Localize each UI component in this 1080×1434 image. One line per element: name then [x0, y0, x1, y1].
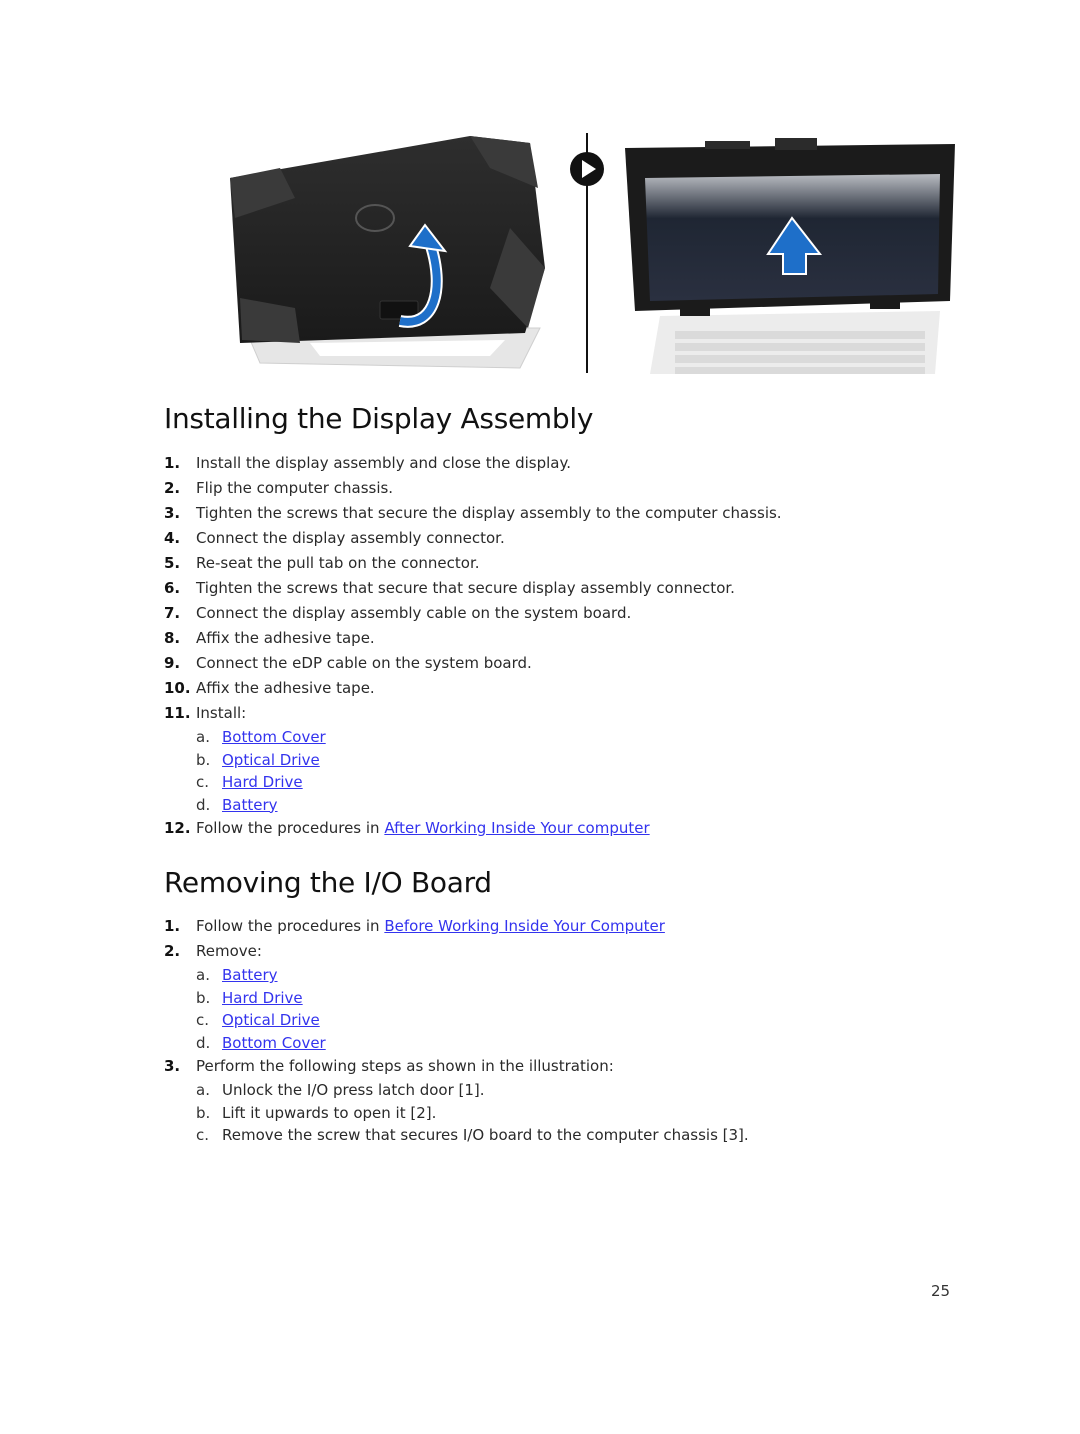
link-hard-drive[interactable]: Hard Drive: [222, 989, 303, 1007]
next-step-icon: [570, 152, 604, 186]
step-number: 3.: [164, 1057, 181, 1075]
link-after-working-inside-your-computer[interactable]: After Working Inside Your computer: [384, 819, 649, 837]
section-title-install: Installing the Display Assembly: [164, 402, 594, 435]
sub-item: d. Battery: [196, 794, 782, 817]
step-text: Perform the following steps as shown in …: [196, 1057, 614, 1075]
step-text: Connect the eDP cable on the system boar…: [196, 654, 532, 672]
open-laptop-image: [625, 138, 955, 374]
link-before-working-inside-your-computer[interactable]: Before Working Inside Your Computer: [384, 917, 665, 935]
step-text: Connect the display assembly cable on th…: [196, 604, 632, 622]
list-item: 9. Connect the eDP cable on the system bo…: [164, 651, 782, 676]
list-item: 3. Perform the following steps as shown i…: [164, 1054, 749, 1147]
sub-item: a. Battery: [196, 964, 749, 987]
sub-item: d. Bottom Cover: [196, 1032, 749, 1055]
step-number: 6.: [164, 579, 181, 597]
list-item: 10. Affix the adhesive tape.: [164, 676, 782, 701]
step-number: 2.: [164, 942, 181, 960]
sub-letter: b.: [196, 750, 211, 769]
step-number: 3.: [164, 504, 181, 522]
sub-item: b. Optical Drive: [196, 749, 782, 772]
step-number: 7.: [164, 604, 181, 622]
sub-list: a. Battery b. Hard Drive c. Optical Drive d. Bo…: [196, 964, 749, 1054]
list-item: 1. Follow the procedures in Before Workin…: [164, 914, 749, 939]
step-number: 10.: [164, 679, 191, 697]
closed-laptop-image: [230, 136, 545, 369]
link-optical-drive[interactable]: Optical Drive: [222, 751, 320, 769]
step-number: 11.: [164, 704, 191, 722]
step-text: Affix the adhesive tape.: [196, 679, 375, 697]
list-item: 2. Flip the computer chassis.: [164, 476, 782, 501]
step-number: 2.: [164, 479, 181, 497]
step-number: 1.: [164, 454, 181, 472]
list-item: 7. Connect the display assembly cable on …: [164, 601, 782, 626]
illustration: [220, 128, 960, 376]
section-title-remove: Removing the I/O Board: [164, 866, 492, 899]
sub-item: b. Lift it upwards to open it [2].: [196, 1102, 749, 1125]
sub-letter: a.: [196, 966, 210, 984]
sub-item: a. Unlock the I/O press latch door [1].: [196, 1079, 749, 1102]
link-battery[interactable]: Battery: [222, 966, 278, 984]
step-number: 5.: [164, 554, 181, 572]
sub-list: a. Unlock the I/O press latch door [1]. b.…: [196, 1079, 749, 1147]
link-bottom-cover[interactable]: Bottom Cover: [222, 728, 326, 746]
sub-letter: a.: [196, 728, 210, 746]
list-item: 6. Tighten the screws that secure that se…: [164, 576, 782, 601]
page-number: 25: [931, 1282, 951, 1300]
list-item: 4. Connect the display assembly connector…: [164, 526, 782, 551]
sub-item: c. Remove the screw that secures I/O boar…: [196, 1124, 749, 1147]
step-text: Flip the computer chassis.: [196, 479, 394, 497]
step-text: Follow the procedures in: [196, 917, 385, 935]
step-text: Follow the procedures in: [196, 819, 385, 837]
list-item: 1. Install the display assembly and close…: [164, 451, 782, 476]
step-text: Remove:: [196, 942, 262, 960]
sub-text: Remove the screw that secures I/O board …: [222, 1126, 749, 1144]
sub-item: b. Hard Drive: [196, 987, 749, 1010]
step-text: Tighten the screws that secure that secu…: [196, 579, 735, 597]
list-item: 5. Re-seat the pull tab on the connector.: [164, 551, 782, 576]
sub-letter: b.: [196, 1103, 211, 1122]
list-item: 8. Affix the adhesive tape.: [164, 626, 782, 651]
sub-letter: d.: [196, 1033, 211, 1052]
install-steps-list: 1. Install the display assembly and close…: [164, 451, 782, 841]
step-number: 8.: [164, 629, 181, 647]
step-number: 9.: [164, 654, 181, 672]
list-item: 2. Remove: a. Battery b. Hard Drive c. Optical …: [164, 939, 749, 1054]
step-text: Affix the adhesive tape.: [196, 629, 375, 647]
sub-letter: b.: [196, 988, 211, 1007]
sub-list: a. Bottom Cover b. Optical Drive c. Hard Driv…: [196, 726, 782, 816]
sub-text: Unlock the I/O press latch door [1].: [222, 1081, 485, 1099]
remove-steps-list: 1. Follow the procedures in Before Workin…: [164, 914, 749, 1147]
step-text: Install the display assembly and close t…: [196, 454, 571, 472]
sub-letter: c.: [196, 773, 210, 791]
link-battery[interactable]: Battery: [222, 796, 278, 814]
sub-letter: c.: [196, 1126, 210, 1144]
step-text: Connect the display assembly connector.: [196, 529, 505, 547]
sub-item: c. Optical Drive: [196, 1009, 749, 1032]
step-text: Tighten the screws that secure the displ…: [196, 504, 782, 522]
list-item: 11. Install: a. Bottom Cover b. Optical Drive…: [164, 701, 782, 816]
sub-item: c. Hard Drive: [196, 771, 782, 794]
sub-letter: c.: [196, 1011, 210, 1029]
sub-letter: a.: [196, 1081, 210, 1099]
link-hard-drive[interactable]: Hard Drive: [222, 773, 303, 791]
link-bottom-cover[interactable]: Bottom Cover: [222, 1034, 326, 1052]
list-item: 12. Follow the procedures in After Workin…: [164, 816, 782, 841]
sub-item: a. Bottom Cover: [196, 726, 782, 749]
list-item: 3. Tighten the screws that secure the dis…: [164, 501, 782, 526]
step-text: Install:: [196, 704, 247, 722]
sub-text: Lift it upwards to open it [2].: [222, 1103, 437, 1122]
step-text: Re-seat the pull tab on the connector.: [196, 554, 480, 572]
link-optical-drive[interactable]: Optical Drive: [222, 1011, 320, 1029]
sub-letter: d.: [196, 795, 211, 814]
step-number: 4.: [164, 529, 181, 547]
step-number: 12.: [164, 819, 191, 837]
step-number: 1.: [164, 917, 181, 935]
